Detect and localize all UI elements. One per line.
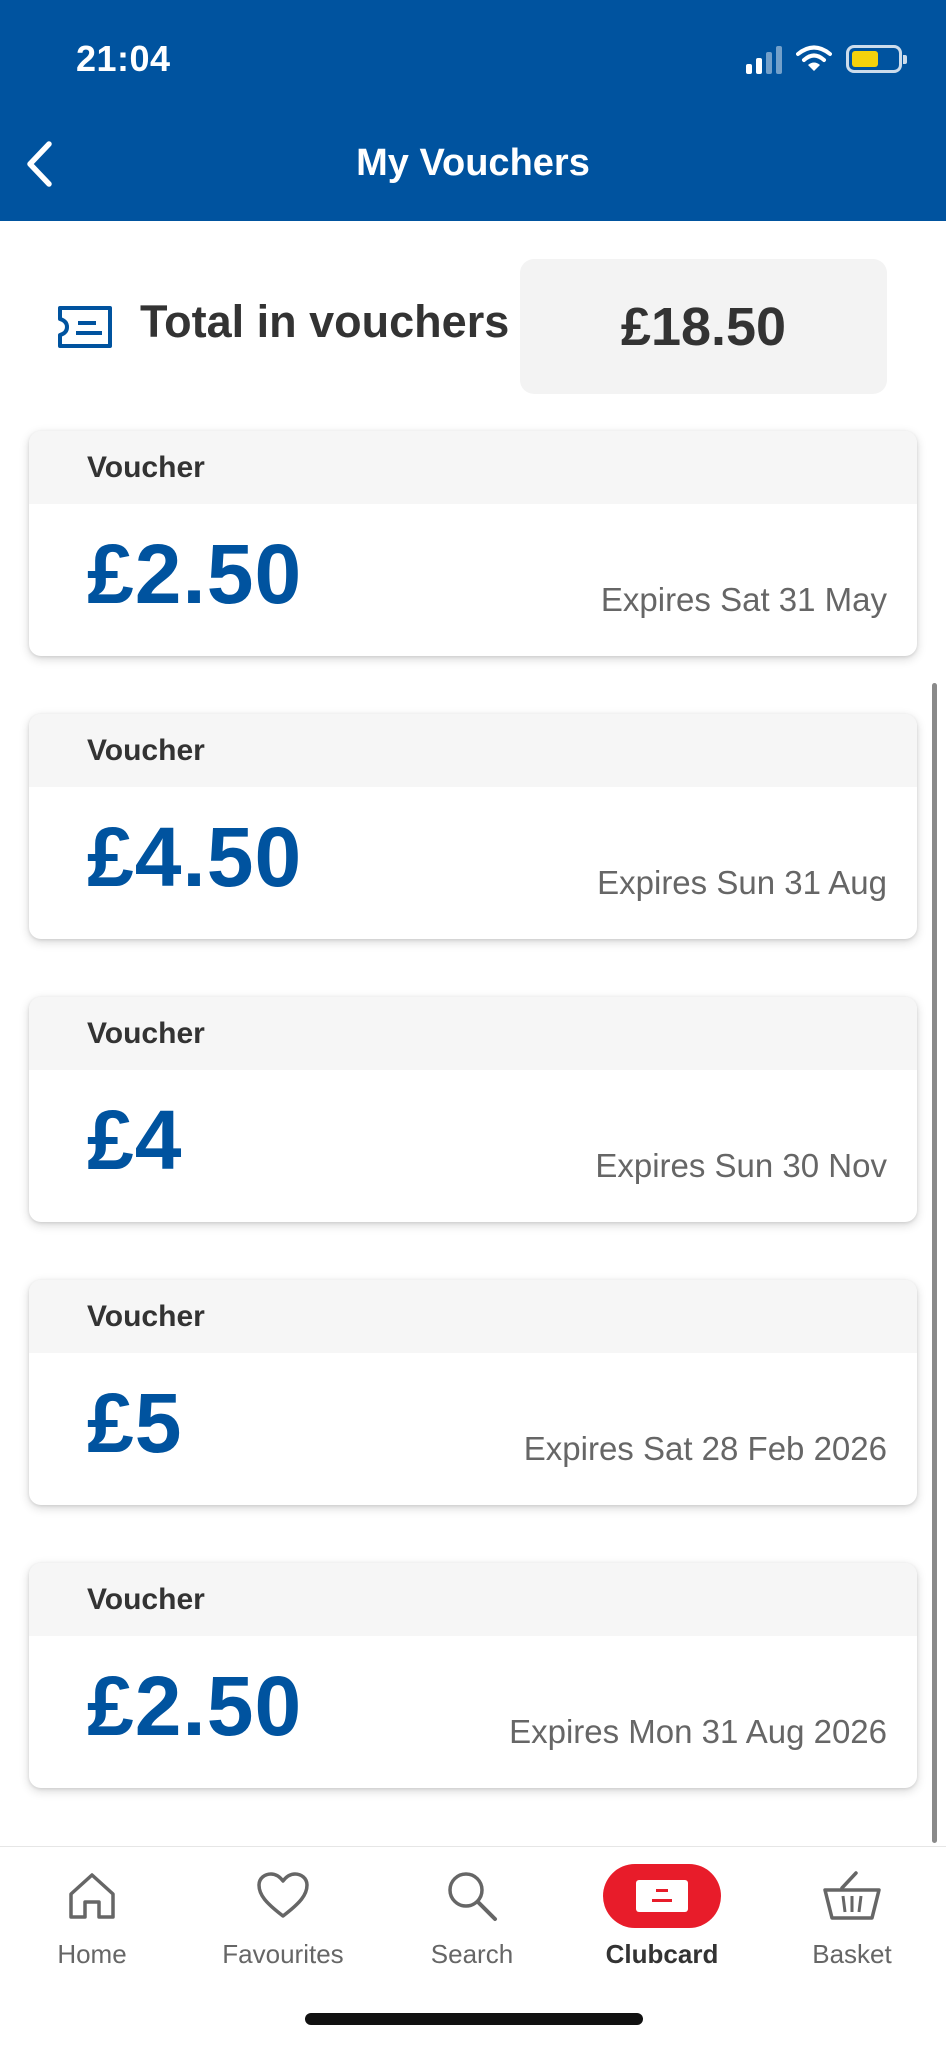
nav-item-basket[interactable]: Basket [767, 1847, 937, 1977]
voucher-heading: Voucher [29, 1563, 917, 1636]
nav-label: Home [57, 1939, 127, 1969]
nav-label: Search [430, 1939, 514, 1969]
battery-icon [846, 45, 907, 73]
voucher-expiry: Expires Sun 30 Nov [595, 1147, 887, 1184]
voucher-amount: £4 [87, 1093, 183, 1187]
clubcard-icon [603, 1864, 721, 1928]
voucher-expiry: Expires Sat 31 May [600, 581, 887, 618]
voucher-list: Voucher £2.50 Expires Sat 31 May Voucher… [29, 431, 917, 1846]
total-amount: £18.50 [520, 259, 887, 394]
voucher-card[interactable]: Voucher £2.50 Expires Mon 31 Aug 2026 [29, 1563, 917, 1788]
cellular-signal-icon [746, 44, 782, 74]
nav-item-favourites[interactable]: Favourites [198, 1847, 368, 1977]
voucher-amount: £4.50 [87, 810, 303, 904]
home-icon [69, 1873, 115, 1919]
voucher-expiry: Expires Mon 31 Aug 2026 [509, 1713, 887, 1750]
status-icons [746, 42, 907, 76]
voucher-card[interactable]: Voucher £2.50 Expires Sat 31 May [29, 431, 917, 656]
voucher-card[interactable]: Voucher £5 Expires Sat 28 Feb 2026 [29, 1280, 917, 1505]
voucher-amount: £2.50 [87, 1659, 303, 1753]
voucher-amount: £5 [87, 1376, 183, 1470]
page-title: My Vouchers [356, 142, 590, 184]
voucher-expiry: Expires Sat 28 Feb 2026 [523, 1430, 887, 1467]
nav-label: Clubcard [605, 1939, 719, 1969]
heart-icon [257, 1872, 309, 1918]
wifi-icon [796, 45, 832, 71]
search-icon [448, 1872, 497, 1921]
voucher-heading: Voucher [29, 997, 917, 1070]
total-label: Total in vouchers [140, 296, 510, 347]
nav-item-search[interactable]: Search [387, 1847, 557, 1977]
voucher-heading: Voucher [29, 714, 917, 787]
nav-item-clubcard[interactable]: Clubcard [577, 1847, 747, 1977]
voucher-expiry: Expires Sun 31 Aug [597, 864, 887, 901]
nav-item-home[interactable]: Home [7, 1847, 177, 1977]
nav-label: Basket [812, 1939, 892, 1969]
voucher-amount: £2.50 [87, 527, 303, 621]
app-header: 21:04 My Vouchers [0, 0, 946, 221]
voucher-card[interactable]: Voucher £4 Expires Sun 30 Nov [29, 997, 917, 1222]
voucher-card[interactable]: Voucher £4.50 Expires Sun 31 Aug [29, 714, 917, 939]
voucher-icon [58, 306, 112, 348]
scrollbar[interactable] [932, 683, 937, 1843]
voucher-heading: Voucher [29, 1280, 917, 1353]
basket-icon [823, 1871, 881, 1920]
status-time: 21:04 [76, 38, 171, 79]
home-indicator[interactable] [305, 2013, 643, 2025]
voucher-heading: Voucher [29, 431, 917, 504]
nav-label: Favourites [222, 1939, 344, 1969]
